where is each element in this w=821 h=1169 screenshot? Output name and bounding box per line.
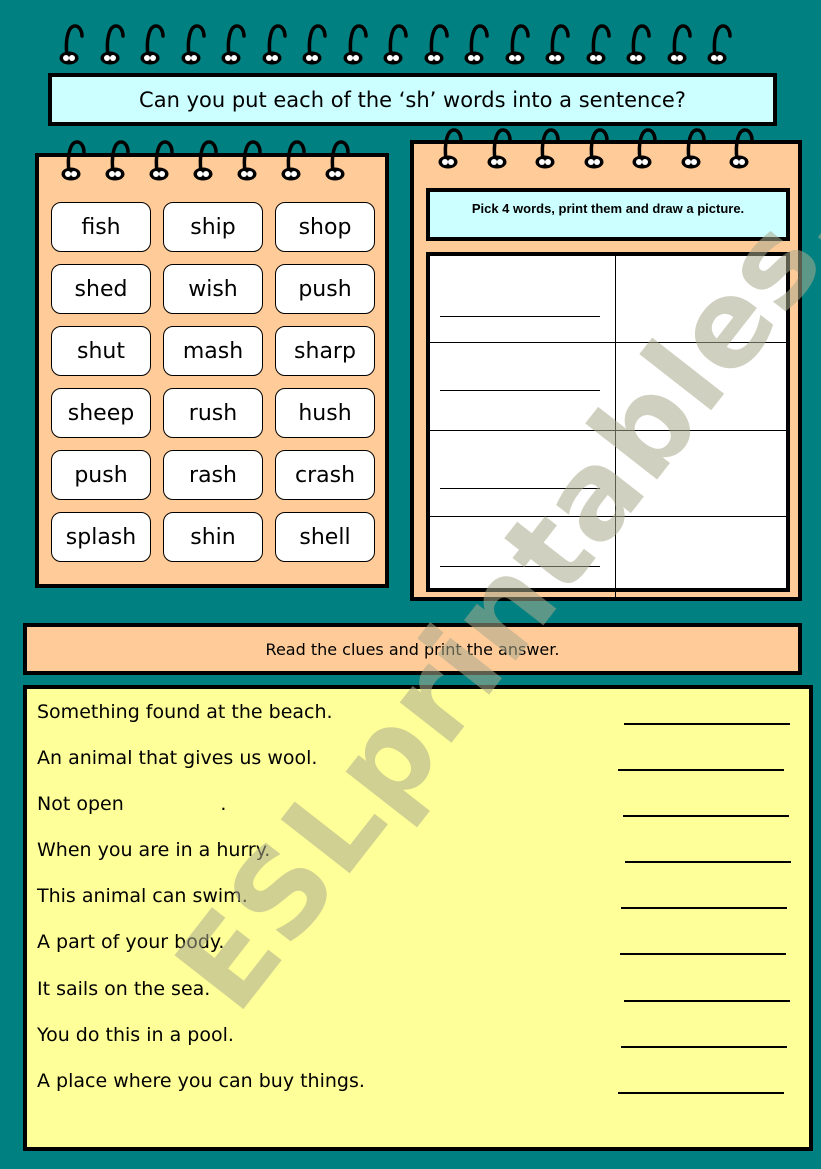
spiral-ring-icon — [280, 136, 306, 182]
word-card: shin — [163, 512, 263, 562]
word-card: rush — [163, 388, 263, 438]
spiral-ring-icon — [463, 20, 489, 66]
word-card: crash — [275, 450, 375, 500]
spiral-ring-icon — [60, 136, 86, 182]
clue-text: Not open . — [37, 793, 227, 815]
answer-line[interactable] — [625, 861, 791, 863]
word-card: sharp — [275, 326, 375, 376]
picture-table-row — [430, 342, 786, 431]
spiral-ring-icon — [382, 20, 408, 66]
spiral-ring-icon — [220, 20, 246, 66]
spiral-ring-icon — [544, 20, 570, 66]
word-writing-line[interactable] — [440, 390, 600, 391]
spiral-ring-icon — [324, 136, 350, 182]
word-writing-line[interactable] — [440, 488, 600, 489]
spiral-ring-icon — [139, 20, 165, 66]
word-bank-grid: fish ship shop shed wish push shut mash sharp she… — [51, 202, 375, 562]
picture-instruction-box: Pick 4 words, print them and draw a pict… — [426, 188, 790, 241]
word-card: push — [51, 450, 151, 500]
spiral-ring-icon — [486, 124, 512, 170]
spiral-ring-icon — [423, 20, 449, 66]
spiral-ring-icon — [180, 20, 206, 66]
spiral-ring-icon — [706, 20, 732, 66]
word-card: splash — [51, 512, 151, 562]
word-card: mash — [163, 326, 263, 376]
answer-line[interactable] — [620, 953, 786, 955]
word-card: shut — [51, 326, 151, 376]
picture-table-row — [430, 516, 786, 596]
picture-spiral-rings — [437, 124, 754, 170]
clue-text: Something found at the beach. — [37, 701, 333, 723]
spiral-ring-icon — [437, 124, 463, 170]
word-card: ship — [163, 202, 263, 252]
spiral-ring-icon — [192, 136, 218, 182]
word-card: shell — [275, 512, 375, 562]
spiral-ring-icon — [261, 20, 287, 66]
answer-line[interactable] — [621, 1046, 787, 1048]
spiral-ring-icon — [504, 20, 530, 66]
word-card: wish — [163, 264, 263, 314]
clues-header-box: Read the clues and print the answer. — [23, 623, 802, 675]
picture-notebook: Pick 4 words, print them and draw a pict… — [410, 140, 802, 601]
spiral-ring-icon — [534, 124, 560, 170]
spiral-ring-icon — [99, 20, 125, 66]
spiral-ring-icon — [728, 124, 754, 170]
answer-line[interactable] — [624, 1000, 790, 1002]
answer-line[interactable] — [618, 1092, 784, 1094]
picture-table — [426, 252, 790, 600]
word-card: hush — [275, 388, 375, 438]
word-bank-notebook: fish ship shop shed wish push shut mash sharp she… — [35, 153, 389, 588]
picture-table-row — [430, 256, 786, 343]
spiral-ring-icon — [631, 124, 657, 170]
word-bank-spiral-rings — [60, 136, 350, 182]
word-card: sheep — [51, 388, 151, 438]
clue-text: This animal can swim. — [37, 885, 248, 907]
answer-line[interactable] — [623, 815, 789, 817]
picture-table-row — [430, 430, 786, 517]
page-title: Can you put each of the ‘sh’ words into … — [139, 87, 686, 112]
word-card: push — [275, 264, 375, 314]
clue-text: It sails on the sea. — [37, 978, 211, 1000]
spiral-ring-icon — [585, 20, 611, 66]
spiral-ring-icon — [680, 124, 706, 170]
word-card: shop — [275, 202, 375, 252]
clue-text: An animal that gives us wool. — [37, 747, 318, 769]
clue-text: When you are in a hurry. — [37, 839, 271, 861]
spiral-ring-icon — [104, 136, 130, 182]
answer-line[interactable] — [621, 907, 787, 909]
spiral-ring-icon — [666, 20, 692, 66]
picture-instruction: Pick 4 words, print them and draw a pict… — [471, 201, 745, 216]
spiral-ring-icon — [342, 20, 368, 66]
word-card: fish — [51, 202, 151, 252]
title-banner: Can you put each of the ‘sh’ words into … — [48, 73, 777, 126]
word-card: rash — [163, 450, 263, 500]
spiral-ring-icon — [236, 136, 262, 182]
spiral-ring-icon — [148, 136, 174, 182]
clue-text: A part of your body. — [37, 931, 225, 953]
clue-text: You do this in a pool. — [37, 1024, 234, 1046]
word-writing-line[interactable] — [440, 316, 600, 317]
word-writing-line[interactable] — [440, 566, 600, 567]
word-card: shed — [51, 264, 151, 314]
clue-text: A place where you can buy things. — [37, 1070, 365, 1092]
answer-line[interactable] — [618, 769, 784, 771]
spiral-ring-icon — [58, 20, 84, 66]
clues-box: Something found at the beach. An animal t… — [23, 685, 813, 1151]
answer-line[interactable] — [624, 723, 790, 725]
spiral-ring-icon — [583, 124, 609, 170]
top-spiral-rings — [58, 20, 732, 66]
clues-header: Read the clues and print the answer. — [265, 639, 560, 659]
spiral-ring-icon — [625, 20, 651, 66]
spiral-ring-icon — [301, 20, 327, 66]
